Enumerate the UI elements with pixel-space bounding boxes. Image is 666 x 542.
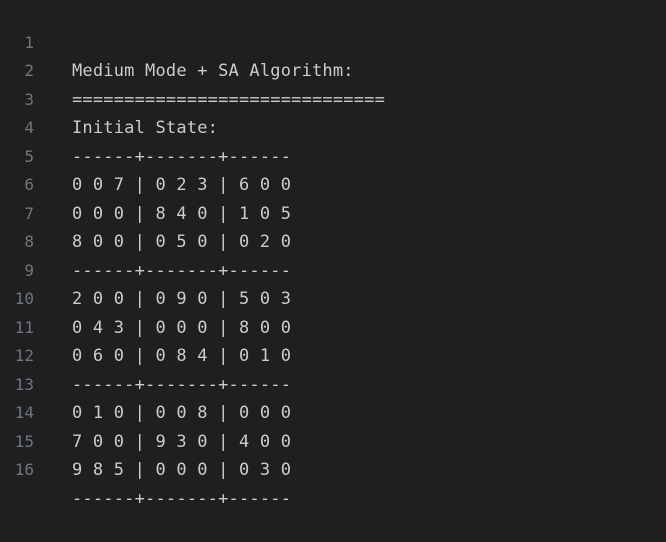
line-number: 16	[14, 460, 34, 479]
editor-line[interactable]: 8 ------+-------+------	[0, 200, 666, 281]
editor-line[interactable]: 9 2 0 0 | 0 9 0 | 5 0 3	[0, 228, 666, 310]
editor-line[interactable]: 7 8 0 0 | 0 5 0 | 0 2 0	[0, 171, 666, 253]
editor-line[interactable]: 16 ------+-------+------	[0, 428, 666, 509]
editor-line[interactable]: 6 0 0 0 | 8 4 0 | 1 0 5	[0, 143, 666, 224]
editor-line[interactable]: 14 7 0 0 | 9 3 0 | 4 0 0	[0, 371, 666, 452]
code-editor[interactable]: 1 Medium Mode + SA Algorithm: 2 ========…	[0, 0, 666, 509]
editor-line[interactable]: 2 ==============================	[0, 29, 666, 110]
editor-line[interactable]: 4 ------+-------+------	[0, 86, 666, 167]
editor-line[interactable]: 11 0 6 0 | 0 8 4 | 0 1 0	[0, 285, 666, 367]
editor-line[interactable]: 1 Medium Mode + SA Algorithm:	[0, 0, 666, 82]
line-text[interactable]: 9 8 5 | 0 0 0 | 0 3 0	[72, 456, 291, 485]
editor-line[interactable]: 12 ------+-------+------	[0, 314, 666, 395]
editor-line[interactable]: 15 9 8 5 | 0 0 0 | 0 3 0	[0, 399, 666, 481]
line-text[interactable]: ------+-------+------	[72, 485, 291, 514]
editor-line[interactable]: 13 0 1 0 | 0 0 8 | 0 0 0	[0, 342, 666, 424]
editor-line[interactable]: 3 Initial State:	[0, 57, 666, 139]
editor-line[interactable]: 5 0 0 7 | 0 2 3 | 6 0 0	[0, 114, 666, 196]
editor-line[interactable]: 10 0 4 3 | 0 0 0 | 8 0 0	[0, 257, 666, 338]
